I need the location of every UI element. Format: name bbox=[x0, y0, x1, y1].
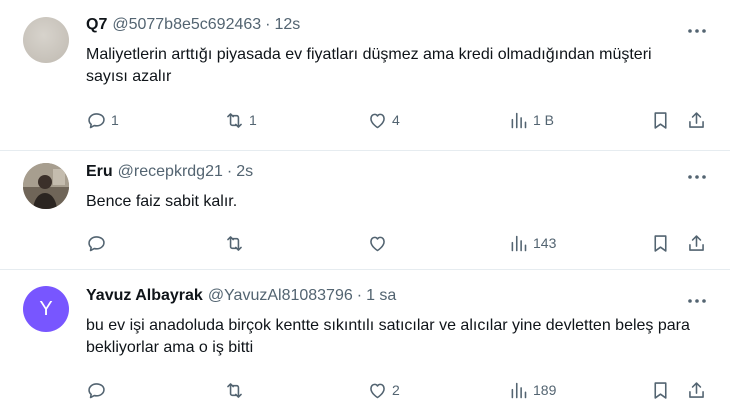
like-count: 2 bbox=[392, 382, 400, 398]
tweet-text: bu ev işi anadoluda birçok kentte sıkınt… bbox=[86, 317, 690, 356]
view-count: 143 bbox=[533, 235, 557, 251]
action-bar: 1 1 4 1 B bbox=[0, 107, 730, 133]
avatar[interactable] bbox=[23, 163, 69, 209]
bookmark-icon bbox=[654, 381, 667, 399]
like-button[interactable]: 2 bbox=[367, 377, 400, 403]
user-handle[interactable]: @YavuzAl81083796 bbox=[208, 287, 353, 305]
views-icon bbox=[511, 112, 527, 128]
avatar[interactable]: Y bbox=[23, 286, 69, 332]
view-count: 1 B bbox=[533, 112, 555, 128]
share-icon bbox=[689, 234, 704, 251]
reply-button[interactable] bbox=[86, 230, 111, 256]
separator: · bbox=[356, 287, 363, 304]
tweet-header: Eru @recepkrdg21 · 2s bbox=[86, 163, 253, 185]
user-handle[interactable]: @5077b8e5c692463 bbox=[112, 16, 261, 34]
display-name[interactable]: Yavuz Albayrak bbox=[86, 287, 203, 305]
more-icon[interactable] bbox=[684, 22, 710, 40]
reply-button[interactable] bbox=[86, 377, 111, 403]
retweet-button[interactable] bbox=[224, 230, 249, 256]
share-button[interactable] bbox=[686, 377, 707, 403]
action-bar: 2 189 bbox=[0, 377, 730, 403]
retweet-count: 1 bbox=[249, 112, 257, 128]
avatar-photo bbox=[23, 163, 69, 209]
tweet[interactable]: Y Yavuz Albayrak @YavuzAl81083796 · 1 sa… bbox=[0, 270, 730, 420]
bookmark-icon bbox=[654, 234, 667, 252]
share-icon bbox=[689, 111, 704, 128]
views-icon bbox=[511, 235, 527, 251]
share-button[interactable] bbox=[686, 230, 707, 256]
share-button[interactable] bbox=[686, 107, 707, 133]
separator: · bbox=[226, 163, 233, 180]
share-icon bbox=[689, 381, 704, 398]
avatar-letter: Y bbox=[39, 297, 53, 320]
heart-icon bbox=[370, 383, 385, 398]
tweet-header: Q7 @5077b8e5c692463 · 12s bbox=[86, 16, 300, 38]
action-bar: 143 bbox=[0, 230, 730, 256]
more-icon[interactable] bbox=[684, 292, 710, 310]
views-button[interactable]: 143 bbox=[508, 230, 556, 256]
retweet-icon bbox=[227, 382, 242, 398]
tweet-header: Yavuz Albayrak @YavuzAl81083796 · 1 sa bbox=[86, 287, 396, 309]
retweet-icon bbox=[227, 112, 242, 128]
like-button[interactable] bbox=[367, 230, 392, 256]
bookmark-button[interactable] bbox=[650, 107, 671, 133]
like-button[interactable]: 4 bbox=[367, 107, 400, 133]
reply-button[interactable]: 1 bbox=[86, 107, 119, 133]
reply-feed: Q7 @5077b8e5c692463 · 12s Maliyetlerin a… bbox=[0, 0, 730, 420]
like-count: 4 bbox=[392, 112, 400, 128]
views-button[interactable]: 189 bbox=[508, 377, 556, 403]
view-count: 189 bbox=[533, 382, 557, 398]
views-icon bbox=[511, 382, 527, 398]
reply-icon bbox=[88, 112, 105, 128]
tweet[interactable]: Eru @recepkrdg21 · 2s Bence faiz sabit k… bbox=[0, 151, 730, 269]
reply-count: 1 bbox=[111, 112, 119, 128]
separator: · bbox=[265, 16, 271, 33]
display-name[interactable]: Q7 bbox=[86, 16, 107, 34]
user-handle[interactable]: @recepkrdg21 bbox=[118, 163, 223, 181]
timestamp[interactable]: 1 sa bbox=[366, 287, 396, 305]
bookmark-button[interactable] bbox=[650, 377, 671, 403]
display-name[interactable]: Eru bbox=[86, 163, 113, 181]
retweet-button[interactable]: 1 bbox=[224, 107, 257, 133]
heart-icon bbox=[370, 236, 385, 251]
tweet-text: Bence faiz sabit kalır. bbox=[86, 193, 238, 210]
views-button[interactable]: 1 B bbox=[508, 107, 554, 133]
bookmark-icon bbox=[654, 111, 667, 129]
bookmark-button[interactable] bbox=[650, 230, 671, 256]
timestamp[interactable]: 12s bbox=[275, 16, 301, 34]
heart-icon bbox=[370, 113, 385, 128]
tweet-text: Maliyetlerin arttığı piyasada ev fiyatla… bbox=[86, 46, 652, 85]
tweet[interactable]: Q7 @5077b8e5c692463 · 12s Maliyetlerin a… bbox=[0, 0, 730, 150]
avatar[interactable] bbox=[23, 17, 69, 63]
reply-icon bbox=[88, 382, 105, 398]
reply-icon bbox=[88, 235, 105, 251]
retweet-button[interactable] bbox=[224, 377, 249, 403]
retweet-icon bbox=[227, 235, 242, 251]
more-icon[interactable] bbox=[684, 168, 710, 186]
timestamp[interactable]: 2s bbox=[236, 163, 253, 181]
